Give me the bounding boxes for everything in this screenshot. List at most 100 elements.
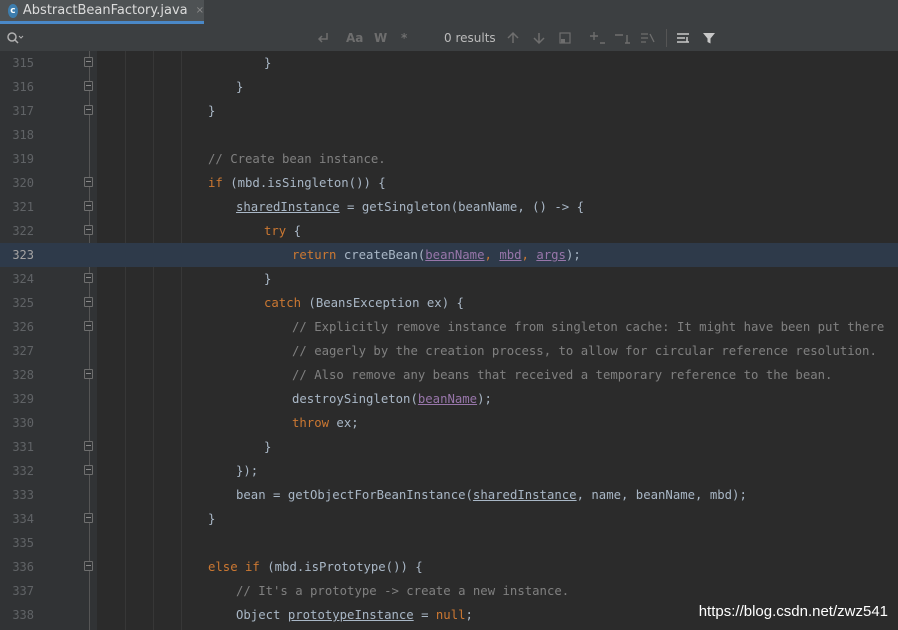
line-number: 332 bbox=[12, 464, 34, 478]
line-number: 327 bbox=[12, 344, 34, 358]
filter-options-icon[interactable] bbox=[676, 25, 690, 51]
close-icon[interactable]: × bbox=[196, 5, 204, 16]
code-row: 334 } bbox=[0, 507, 898, 531]
line-number: 316 bbox=[12, 80, 34, 94]
line-number: 336 bbox=[12, 560, 34, 574]
code-row: 318 bbox=[0, 123, 898, 147]
line-number: 323 bbox=[12, 248, 34, 262]
code-row: 329 destroySingleton(beanName); bbox=[0, 387, 898, 411]
toolbar-separator bbox=[666, 29, 667, 47]
search-icon[interactable] bbox=[6, 25, 24, 51]
file-tab-name: AbstractBeanFactory.java bbox=[22, 3, 188, 18]
code-row: 317 } bbox=[0, 99, 898, 123]
code-line: } bbox=[208, 512, 216, 526]
code-row: 319 // Create bean instance. bbox=[0, 147, 898, 171]
fold-marker-icon[interactable] bbox=[84, 81, 93, 91]
find-bar: Aa W * 0 results bbox=[0, 25, 898, 52]
line-number: 333 bbox=[12, 488, 34, 502]
fold-marker-icon[interactable] bbox=[84, 57, 93, 67]
fold-marker-icon[interactable] bbox=[84, 513, 93, 523]
fold-marker-icon[interactable] bbox=[84, 201, 93, 211]
code-row: 327 // eagerly by the creation process, … bbox=[0, 339, 898, 363]
watermark-url: https://blog.csdn.net/zwz541 bbox=[698, 603, 888, 620]
code-line: Object prototypeInstance = null; bbox=[236, 608, 473, 622]
search-results-count: 0 results bbox=[444, 31, 496, 45]
newline-icon[interactable] bbox=[316, 25, 330, 51]
code-comment: // Explicitly remove instance from singl… bbox=[292, 320, 885, 334]
code-row: 333 bean = getObjectForBeanInstance(shar… bbox=[0, 483, 898, 507]
fold-marker-icon[interactable] bbox=[84, 369, 93, 379]
filter-icon[interactable] bbox=[702, 25, 716, 51]
code-line: } bbox=[208, 104, 216, 118]
code-row: 324 } bbox=[0, 267, 898, 291]
code-line: } bbox=[264, 440, 272, 454]
code-row: 328 // Also remove any beans that receiv… bbox=[0, 363, 898, 387]
line-number: 320 bbox=[12, 176, 34, 190]
line-number: 322 bbox=[12, 224, 34, 238]
line-number: 326 bbox=[12, 320, 34, 334]
code-line: sharedInstance = getSingleton(beanName, … bbox=[236, 200, 584, 214]
code-line: catch (BeansException ex) { bbox=[264, 296, 464, 310]
code-row: 320 if (mbd.isSingleton()) { bbox=[0, 171, 898, 195]
code-row: 331 } bbox=[0, 435, 898, 459]
code-line: destroySingleton(beanName); bbox=[292, 392, 492, 406]
search-input[interactable] bbox=[26, 25, 306, 51]
code-row: 332 }); bbox=[0, 459, 898, 483]
code-line: if (mbd.isSingleton()) { bbox=[208, 176, 386, 190]
fold-marker-icon[interactable] bbox=[84, 465, 93, 475]
line-number: 331 bbox=[12, 440, 34, 454]
code-row: 330 throw ex; bbox=[0, 411, 898, 435]
editor-tab-bar: c AbstractBeanFactory.java × bbox=[0, 0, 898, 26]
line-number: 337 bbox=[12, 584, 34, 598]
code-comment: // Create bean instance. bbox=[208, 152, 386, 166]
code-line: } bbox=[236, 80, 244, 94]
code-line: throw ex; bbox=[292, 416, 359, 430]
code-comment: // Also remove any beans that received a… bbox=[292, 368, 833, 382]
line-number: 319 bbox=[12, 152, 34, 166]
code-line: try { bbox=[264, 224, 302, 238]
java-class-icon: c bbox=[8, 3, 18, 18]
code-row: 326 // Explicitly remove instance from s… bbox=[0, 315, 898, 339]
previous-occurrence-icon[interactable] bbox=[506, 25, 520, 51]
code-line: } bbox=[264, 272, 272, 286]
regex-toggle[interactable]: * bbox=[401, 25, 407, 51]
code-row: 325 catch (BeansException ex) { bbox=[0, 291, 898, 315]
fold-marker-icon[interactable] bbox=[84, 297, 93, 307]
code-line: } bbox=[264, 56, 272, 70]
code-line: return createBean(beanName, mbd, args); bbox=[292, 248, 581, 262]
line-number: 334 bbox=[12, 512, 34, 526]
code-row: 335 bbox=[0, 531, 898, 555]
current-code-row: 323 return createBean(beanName, mbd, arg… bbox=[0, 243, 898, 267]
code-comment: // It's a prototype -> create a new inst… bbox=[236, 584, 570, 598]
fold-marker-icon[interactable] bbox=[84, 225, 93, 235]
match-case-toggle[interactable]: Aa bbox=[346, 25, 363, 51]
code-line: }); bbox=[236, 464, 259, 478]
fold-marker-icon[interactable] bbox=[84, 441, 93, 451]
line-number: 329 bbox=[12, 392, 34, 406]
words-toggle[interactable]: W bbox=[374, 25, 387, 51]
select-occurrence-icon[interactable] bbox=[640, 25, 656, 51]
next-occurrence-icon[interactable] bbox=[532, 25, 546, 51]
line-number: 330 bbox=[12, 416, 34, 430]
select-all-occurrences-icon[interactable] bbox=[558, 25, 572, 51]
add-selection-icon[interactable] bbox=[590, 25, 606, 51]
line-number: 338 bbox=[12, 608, 34, 622]
code-line: else if (mbd.isPrototype()) { bbox=[208, 560, 423, 574]
line-number: 321 bbox=[12, 200, 34, 214]
code-row: 316 } bbox=[0, 75, 898, 99]
code-row: 321 sharedInstance = getSingleton(beanNa… bbox=[0, 195, 898, 219]
fold-marker-icon[interactable] bbox=[84, 105, 93, 115]
file-tab[interactable]: c AbstractBeanFactory.java × bbox=[0, 0, 204, 24]
code-row: 322 try { bbox=[0, 219, 898, 243]
line-number: 318 bbox=[12, 128, 34, 142]
fold-marker-icon[interactable] bbox=[84, 321, 93, 331]
fold-marker-icon[interactable] bbox=[84, 273, 93, 283]
fold-marker-icon[interactable] bbox=[84, 561, 93, 571]
line-number: 315 bbox=[12, 56, 34, 70]
remove-selection-icon[interactable] bbox=[615, 25, 631, 51]
fold-marker-icon[interactable] bbox=[84, 177, 93, 187]
line-number: 328 bbox=[12, 368, 34, 382]
line-number: 324 bbox=[12, 272, 34, 286]
code-row: 336 else if (mbd.isPrototype()) { bbox=[0, 555, 898, 579]
code-line: bean = getObjectForBeanInstance(sharedIn… bbox=[236, 488, 747, 502]
